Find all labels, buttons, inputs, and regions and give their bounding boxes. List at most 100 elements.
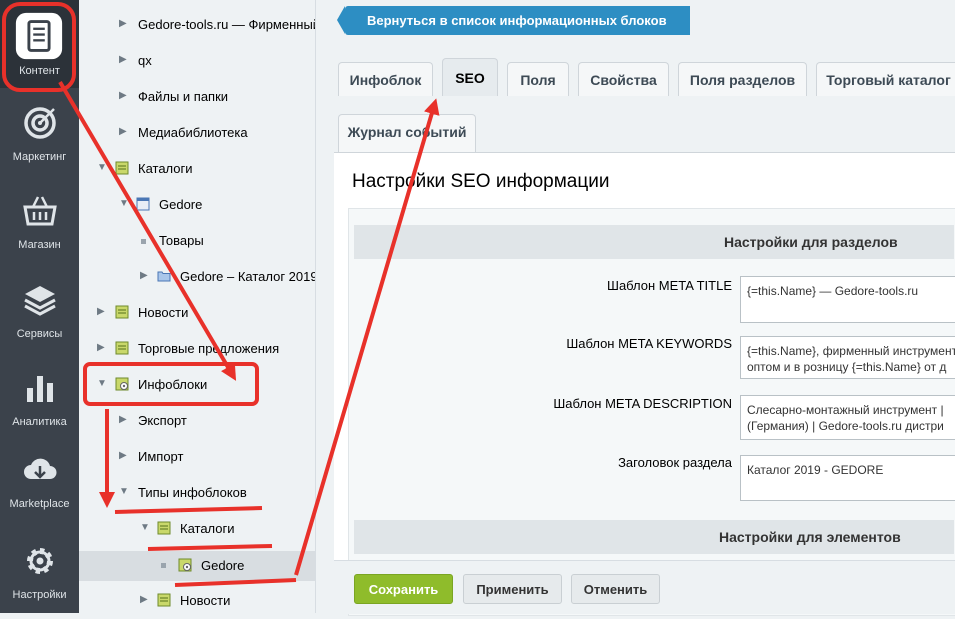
left-rail: Контент Маркетинг Магазин Сервисы Аналит…	[0, 0, 79, 613]
tree-item-label: qx	[138, 53, 152, 68]
tree-item[interactable]: ▶ Торговые предложения	[79, 337, 315, 361]
iblock-icon	[115, 341, 129, 355]
tree-item-label: Каталоги	[138, 161, 193, 176]
save-button[interactable]: Сохранить	[354, 574, 453, 604]
cancel-button[interactable]: Отменить	[571, 574, 660, 604]
tree-item[interactable]: ▶ qx	[79, 49, 315, 73]
tab-event-log[interactable]: Журнал событий	[338, 114, 476, 152]
tab-fields[interactable]: Поля	[507, 62, 569, 96]
seo-panel: Настройки SEO информации Настройки для р…	[334, 152, 955, 616]
expand-arrow-icon[interactable]: ▶	[119, 90, 129, 102]
tree-item[interactable]: ▶ Экспорт	[79, 409, 315, 433]
iblock-icon	[115, 305, 129, 319]
section-title: Настройки для разделов	[724, 234, 898, 250]
expand-arrow-icon[interactable]: ▶	[97, 342, 107, 354]
rail-item-content[interactable]: Контент	[0, 0, 79, 88]
tab-infoblock[interactable]: Инфоблок	[338, 62, 433, 96]
tree-item[interactable]: ▶ Новости	[79, 301, 315, 325]
navigation-tree: ▶ Gedore-tools.ru — Фирменный ▶ qx ▶ Фай…	[79, 0, 316, 613]
rail-label: Магазин	[18, 239, 61, 251]
tree-item-label: Импорт	[138, 449, 184, 464]
tree-item[interactable]: ▼ Типы инфоблоков	[79, 481, 315, 505]
tree-item[interactable]: ▶ Gedore-tools.ru — Фирменный	[79, 13, 315, 37]
tree-item[interactable]: ▶ Gedore – Каталог 2019	[79, 265, 315, 289]
tree-item-label: Товары	[159, 233, 204, 248]
tree-item-label: Gedore – Каталог 2019	[180, 269, 316, 284]
expand-arrow-icon[interactable]: ▶	[97, 306, 107, 318]
rail-label: Контент	[19, 65, 60, 77]
expand-arrow-icon[interactable]: ▶	[119, 54, 129, 66]
iblock-icon	[157, 593, 171, 607]
tree-item[interactable]: ▼ Gedore	[79, 193, 315, 217]
apply-button[interactable]: Применить	[463, 574, 562, 604]
tree-item[interactable]: ▶ Новости	[79, 589, 315, 613]
tab-properties[interactable]: Свойства	[578, 62, 669, 96]
tree-item-selected[interactable]: Gedore	[79, 551, 315, 581]
tree-item-label: Инфоблоки	[138, 377, 208, 392]
tree-item-label: Каталоги	[180, 521, 235, 536]
expand-arrow-icon[interactable]: ▶	[140, 270, 150, 282]
expand-arrow-icon[interactable]: ▶	[140, 594, 150, 606]
bullet-icon	[161, 563, 166, 568]
document-icon	[15, 12, 63, 60]
tree-item-label: Новости	[180, 593, 231, 608]
section-title: Настройки для элементов	[719, 529, 901, 545]
layers-icon	[24, 286, 56, 316]
cloud-download-icon	[24, 458, 57, 479]
tree-item[interactable]: Товары	[79, 229, 315, 253]
iblock-icon	[157, 521, 171, 535]
bar-chart-icon	[27, 376, 53, 402]
field-label: Шаблон META KEYWORDS	[566, 336, 732, 351]
rail-item-marketing[interactable]: Маркетинг	[0, 93, 79, 181]
rail-label: Настройки	[12, 589, 67, 601]
expand-arrow-icon[interactable]: ▶	[119, 126, 129, 138]
rail-item-analytics[interactable]: Аналитика	[0, 358, 79, 446]
folder-icon	[157, 271, 171, 282]
back-to-list-button[interactable]: Вернуться в список информационных блоков	[337, 6, 690, 35]
tree-item-label: Торговые предложения	[138, 341, 280, 356]
rail-item-marketplace[interactable]: Marketplace	[0, 440, 79, 528]
tab-seo[interactable]: SEO	[442, 58, 498, 96]
tree-item-label: Файлы и папки	[138, 89, 229, 104]
collapse-arrow-icon[interactable]: ▼	[119, 486, 129, 498]
tree-item[interactable]: ▶ Файлы и папки	[79, 85, 315, 109]
bullet-icon	[141, 239, 146, 244]
section-header-sections: Настройки для разделов	[354, 225, 954, 259]
iblock-settings-icon	[178, 558, 192, 572]
tree-item[interactable]: ▶ Импорт	[79, 445, 315, 469]
tree-item-label: Экспорт	[138, 413, 187, 428]
tree-item-label: Gedore-tools.ru — Фирменный	[138, 17, 316, 32]
tree-item[interactable]: ▼ Каталоги	[79, 157, 315, 181]
meta-keywords-input[interactable]: {=this.Name}, фирменный инструмент оптом…	[740, 336, 955, 379]
tree-item[interactable]: ▶ Медиабиблиотека	[79, 121, 315, 145]
tree-item-label: Типы инфоблоков	[138, 485, 247, 500]
rail-item-shop[interactable]: Магазин	[0, 181, 79, 269]
action-bar: Сохранить Применить Отменить	[334, 560, 955, 614]
collapse-arrow-icon[interactable]: ▼	[140, 522, 150, 534]
expand-arrow-icon[interactable]: ▶	[119, 450, 129, 462]
panel-title: Настройки SEO информации	[352, 171, 610, 192]
meta-title-input[interactable]: {=this.Name} — Gedore-tools.ru	[740, 276, 955, 323]
tree-item[interactable]: ▼ Инфоблоки	[79, 373, 315, 397]
collapse-arrow-icon[interactable]: ▼	[97, 378, 107, 390]
target-icon	[24, 107, 56, 139]
gear-icon	[27, 548, 53, 574]
rail-label: Маркетинг	[12, 151, 67, 163]
meta-description-input[interactable]: Слесарно-монтажный инструмент | (Германи…	[740, 395, 955, 440]
tree-item[interactable]: ▼ Каталоги	[79, 517, 315, 541]
basket-icon	[23, 196, 57, 226]
iblock-icon	[115, 161, 129, 175]
iblock-settings-icon	[115, 377, 129, 391]
collapse-arrow-icon[interactable]: ▼	[119, 198, 129, 210]
rail-item-services[interactable]: Сервисы	[0, 270, 79, 358]
tab-section-fields[interactable]: Поля разделов	[678, 62, 807, 96]
tab-trade-catalog[interactable]: Торговый каталог	[816, 62, 955, 96]
expand-arrow-icon[interactable]: ▶	[119, 18, 129, 30]
tree-item-label: Gedore	[201, 558, 245, 573]
rail-item-settings[interactable]: Настройки	[0, 531, 79, 619]
collapse-arrow-icon[interactable]: ▼	[97, 162, 107, 174]
section-heading-input[interactable]: Каталог 2019 - GEDORE	[740, 455, 955, 501]
expand-arrow-icon[interactable]: ▶	[119, 414, 129, 426]
section-header-elements: Настройки для элементов	[354, 520, 954, 554]
field-label: Шаблон META DESCRIPTION	[553, 396, 732, 411]
